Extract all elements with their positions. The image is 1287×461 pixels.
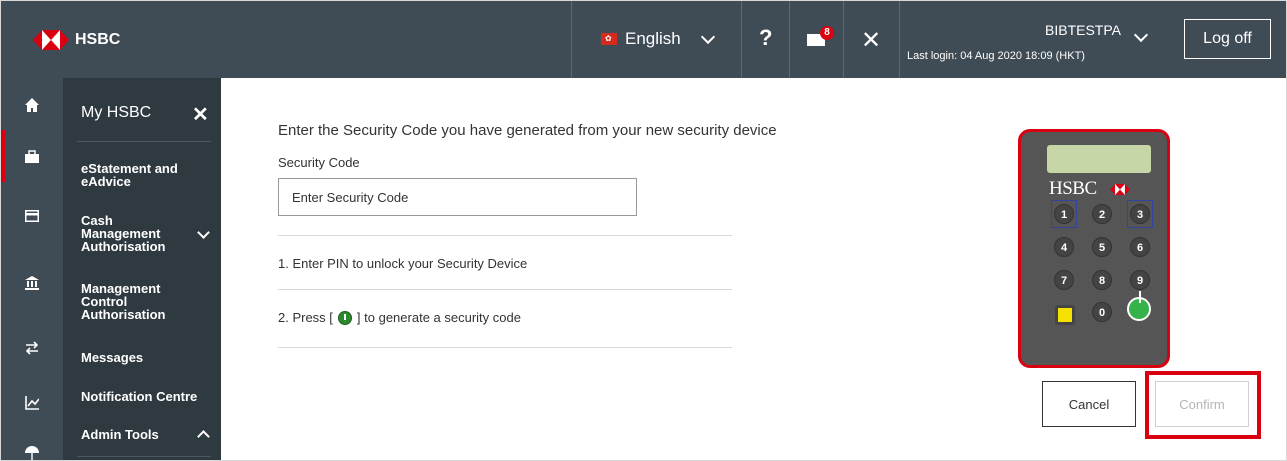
divider bbox=[77, 141, 211, 142]
icon-rail bbox=[1, 78, 63, 460]
device-key: 9 bbox=[1130, 270, 1150, 290]
menu-item-management-control[interactable]: Management Control Authorisation bbox=[81, 282, 191, 321]
card-icon[interactable] bbox=[1, 191, 63, 241]
yellow-key-icon bbox=[1055, 305, 1075, 325]
device-key: 8 bbox=[1092, 270, 1112, 290]
confirm-button[interactable]: Confirm bbox=[1155, 381, 1249, 427]
step-two-prefix: 2. Press [ bbox=[278, 310, 333, 325]
top-bar: HSBC English ? 8 ✕ BIBTESTPA Last login:… bbox=[1, 1, 1286, 78]
divider bbox=[77, 456, 211, 457]
device-key: 5 bbox=[1092, 237, 1112, 257]
briefcase-icon[interactable] bbox=[1, 132, 63, 182]
menu-item-notification-centre[interactable]: Notification Centre bbox=[81, 390, 203, 403]
device-key: 6 bbox=[1130, 237, 1150, 257]
side-menu: My HSBC ✕ eStatement and eAdvice Cash Ma… bbox=[63, 78, 221, 460]
power-button-icon bbox=[337, 310, 352, 325]
menu-item-admin-tools[interactable]: Admin Tools bbox=[81, 428, 203, 441]
device-screen bbox=[1047, 145, 1151, 173]
chart-icon[interactable] bbox=[1, 378, 63, 428]
step-two-text: 2. Press [ ] to generate a security code bbox=[278, 310, 521, 325]
device-key: 7 bbox=[1054, 270, 1074, 290]
close-icon[interactable]: ✕ bbox=[192, 102, 209, 127]
divider bbox=[278, 347, 732, 348]
device-key: 2 bbox=[1092, 204, 1112, 224]
home-icon[interactable] bbox=[1, 80, 63, 130]
device-brand: HSBC bbox=[1049, 178, 1097, 199]
power-key-icon bbox=[1127, 291, 1151, 321]
logoff-button[interactable]: Log off bbox=[1184, 19, 1271, 59]
device-key: 0 bbox=[1092, 302, 1112, 322]
messages-badge: 8 bbox=[820, 26, 834, 40]
device-key: 1 bbox=[1054, 204, 1074, 224]
chevron-down-icon[interactable] bbox=[197, 226, 210, 239]
security-code-label: Security Code bbox=[278, 155, 360, 170]
bank-icon[interactable] bbox=[1, 258, 63, 308]
instruction-text: Enter the Security Code you have generat… bbox=[278, 122, 777, 139]
hk-flag-icon bbox=[601, 33, 617, 45]
brand-name: HSBC bbox=[75, 31, 121, 48]
language-label: English bbox=[625, 29, 681, 48]
security-device-image: HSBC 1 2 3 4 5 6 7 8 9 0 bbox=[1018, 129, 1170, 368]
user-menu[interactable]: BIBTESTPA bbox=[1045, 22, 1121, 38]
divider bbox=[789, 1, 790, 78]
app-window: HSBC English ? 8 ✕ BIBTESTPA Last login:… bbox=[0, 0, 1287, 461]
help-button[interactable]: ? bbox=[759, 25, 772, 51]
tools-icon[interactable]: ✕ bbox=[861, 26, 881, 55]
step-two-suffix: ] to generate a security code bbox=[356, 310, 521, 325]
divider bbox=[899, 1, 900, 78]
divider bbox=[843, 1, 844, 78]
device-key: 3 bbox=[1130, 204, 1150, 224]
language-selector[interactable]: English bbox=[601, 29, 715, 49]
menu-item-cash-management[interactable]: Cash Management Authorisation bbox=[81, 214, 181, 253]
umbrella-icon[interactable] bbox=[1, 428, 63, 460]
chevron-down-icon bbox=[700, 29, 715, 44]
last-login-text: Last login: 04 Aug 2020 18:09 (HKT) bbox=[907, 50, 1085, 62]
cancel-button[interactable]: Cancel bbox=[1042, 381, 1136, 427]
divider bbox=[741, 1, 742, 78]
step-one-text: 1. Enter PIN to unlock your Security Dev… bbox=[278, 256, 528, 271]
menu-title: My HSBC bbox=[81, 104, 152, 121]
hsbc-logo-icon bbox=[33, 30, 69, 50]
divider bbox=[278, 235, 732, 236]
menu-item-messages[interactable]: Messages bbox=[81, 351, 203, 364]
hsbc-logo-icon bbox=[1110, 184, 1130, 195]
chevron-down-icon[interactable] bbox=[1133, 27, 1149, 43]
divider bbox=[571, 1, 572, 78]
divider bbox=[278, 289, 732, 290]
security-code-input[interactable] bbox=[278, 178, 637, 216]
device-key: 4 bbox=[1054, 237, 1074, 257]
main-content: Enter the Security Code you have generat… bbox=[221, 78, 1286, 460]
menu-item-estatement[interactable]: eStatement and eAdvice bbox=[81, 162, 203, 188]
transfer-icon[interactable] bbox=[1, 323, 63, 373]
